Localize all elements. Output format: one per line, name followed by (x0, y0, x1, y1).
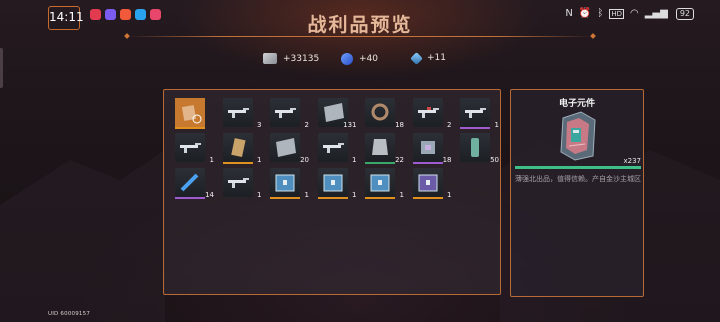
crate-blue-icon (323, 174, 342, 192)
loot-item-rarity-bar (460, 127, 490, 129)
rifle-icon (465, 108, 486, 118)
loot-item-count: 131 (343, 121, 357, 129)
loot-item-rarity-bar (412, 162, 443, 164)
loot-item-count: 18 (395, 121, 404, 129)
currency-gem-value: +40 (359, 54, 378, 64)
blue-tool-icon (180, 173, 199, 192)
loot-item[interactable]: 1 (412, 168, 452, 199)
loot-item[interactable]: 22 (365, 133, 404, 164)
item-detail-quantity: x237 (623, 157, 641, 165)
loot-item-rarity-bar (175, 197, 205, 199)
loot-item[interactable]: 2 (270, 98, 309, 129)
ring-part-icon (371, 103, 389, 121)
chip-icon (420, 141, 435, 154)
loot-item-count: 1 (304, 191, 309, 199)
currency-gem: +40 (341, 53, 378, 65)
loot-item[interactable]: 1 (270, 168, 309, 199)
canister-icon (471, 138, 479, 157)
loot-item[interactable]: 131 (317, 98, 357, 129)
loot-item-rarity-bar (175, 162, 205, 164)
loot-item[interactable]: 18 (365, 98, 404, 129)
loot-item[interactable]: 1 (365, 168, 404, 199)
vest-icon (372, 139, 388, 155)
loot-item[interactable]: 1 (222, 168, 262, 199)
page-title: 战利品预览 (307, 14, 413, 36)
loot-item-rarity-bar (365, 127, 395, 129)
currency-cash: +33135 (263, 53, 319, 64)
loot-item-count: 1 (257, 191, 262, 199)
loot-item-count: 1 (494, 121, 499, 129)
blue-gem-icon (341, 53, 353, 65)
user-id: UID 60009157 (48, 311, 91, 317)
loot-item-rarity-bar (222, 162, 253, 164)
side-tab-handle[interactable] (0, 48, 3, 88)
loot-item-count: 14 (205, 191, 214, 199)
loot-item-rarity-bar (365, 162, 395, 164)
loot-item-rarity-bar (317, 197, 348, 199)
rifle-icon (227, 108, 249, 118)
crate-blue-icon (370, 174, 390, 192)
loot-item-count: 2 (304, 121, 309, 129)
loot-item-count: 3 (257, 121, 262, 129)
loot-item[interactable]: 1 (175, 133, 214, 164)
rifle-icon (275, 108, 296, 118)
loot-item[interactable]: 1 (317, 133, 357, 164)
loot-item[interactable]: 3 (222, 98, 262, 129)
crate-purple-icon (418, 174, 437, 192)
loot-panel: 3 2 131 18 2 1 1 1 20 1 22 18 50 14 1 1 1 1 1 (163, 89, 501, 295)
loot-item[interactable]: 14 (175, 168, 214, 199)
selected-orange-item-icon (175, 98, 205, 127)
loot-item-rarity-bar (365, 197, 395, 199)
loot-item-rarity-bar (318, 162, 348, 164)
gun-red-icon (417, 107, 439, 118)
loot-item-rarity-bar (175, 127, 205, 129)
loot-item-rarity-bar (223, 127, 253, 129)
loot-item[interactable]: 18 (412, 133, 452, 164)
loot-item-count: 1 (257, 156, 262, 164)
cash-icon (263, 53, 277, 64)
currency-cube: +11 (410, 51, 446, 65)
loot-item[interactable]: 1 (317, 168, 357, 199)
loot-item-rarity-bar (270, 162, 300, 164)
item-detail-panel: 电子元件 x237 薄强北出品，值得信赖。产自金沙主城区 (510, 89, 644, 297)
item-detail-rarity-bar (515, 166, 641, 169)
loot-item-rarity-bar (270, 197, 300, 199)
loot-item[interactable] (175, 98, 205, 129)
loot-item-count: 1 (352, 156, 357, 164)
loot-item-count: 50 (490, 156, 499, 164)
loot-item[interactable]: 1 (222, 133, 262, 164)
loot-item[interactable]: 50 (460, 133, 499, 164)
loot-item-count: 20 (300, 156, 309, 164)
rifle-icon (322, 143, 344, 153)
item-detail-name: 电子元件 (558, 99, 595, 109)
tag-card-icon (230, 138, 246, 158)
loot-item-rarity-bar (412, 197, 443, 199)
loot-item-count: 18 (442, 156, 452, 164)
loot-item-rarity-bar (460, 162, 490, 164)
loot-item[interactable]: 1 (460, 98, 499, 129)
loot-item-rarity-bar (413, 127, 443, 129)
loot-item-rarity-bar (223, 197, 253, 199)
electronic-parts-icon (560, 111, 596, 161)
loot-item-count: 1 (399, 191, 404, 199)
title-divider (127, 36, 593, 37)
loot-item-count: 1 (209, 156, 214, 164)
loot-item[interactable]: 20 (270, 133, 309, 164)
rifle-icon (227, 178, 249, 188)
item-detail-description: 薄强北出品，值得信赖。产自金沙主城区 (515, 175, 641, 183)
rifle-icon (180, 143, 201, 153)
blue-cube-icon (410, 51, 423, 65)
currency-cash-value: +33135 (283, 53, 320, 64)
currency-cube-value: +11 (427, 53, 446, 63)
crate-blue-icon (275, 174, 295, 192)
loot-item-count: 2 (447, 121, 452, 129)
loot-item-count: 22 (395, 156, 404, 164)
steel-plate-icon (276, 138, 296, 157)
loot-item-rarity-bar (270, 127, 300, 129)
loot-item-count: 1 (447, 191, 452, 199)
loot-item-count: 1 (352, 191, 357, 199)
loot-item[interactable]: 2 (412, 98, 452, 129)
